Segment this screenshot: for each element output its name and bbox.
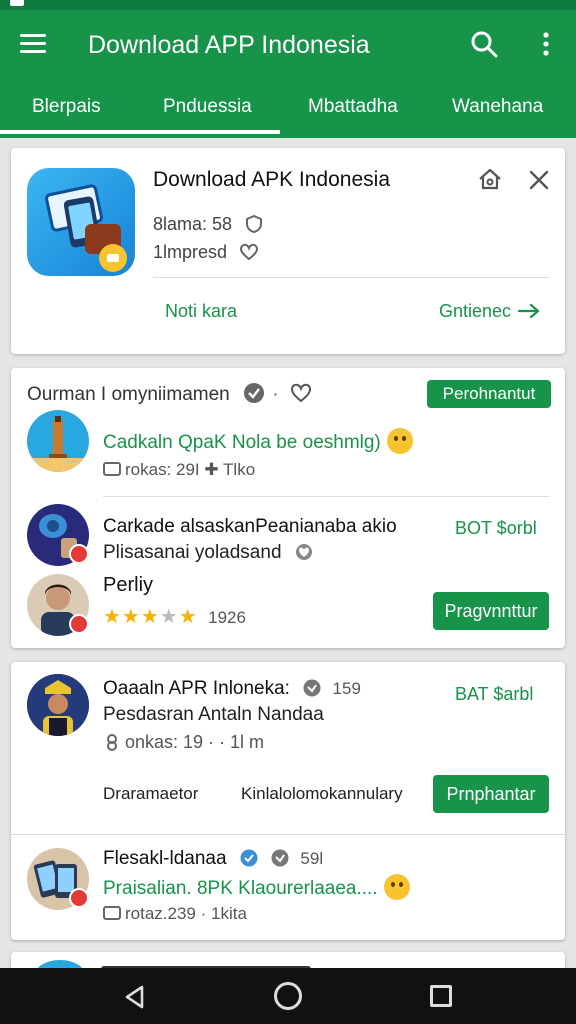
item-meta: onkas: 19 · · 1l m	[103, 732, 264, 753]
recent-apps-icon[interactable]	[430, 985, 452, 1007]
recommendation-card: Ourman I omyniimamen · Perohnantut Cadka…	[11, 368, 565, 648]
heart-icon[interactable]	[290, 382, 312, 404]
item-count: 59l	[300, 849, 324, 868]
item-title-text: Cadkaln QpaK Nola be oeshmlg)	[103, 432, 381, 453]
item-meta-text: rotaz.239 · 1kita	[125, 904, 247, 923]
item-meta-text: onkas: 19 · · 1l m	[125, 732, 265, 752]
home-nav-icon[interactable]	[274, 982, 302, 1010]
verified-shield-icon	[246, 215, 263, 233]
item-title[interactable]: Oaaaln APR Inloneka: 159	[103, 678, 361, 700]
star-rating-icon: ★★★★★	[103, 606, 198, 628]
back-icon[interactable]	[122, 984, 148, 1010]
app-title: Download APP Indonesia	[88, 31, 370, 59]
item-count: 159	[332, 679, 361, 698]
notification-link[interactable]: Noti kara	[165, 301, 237, 322]
item-subtitle-text: Praisalian. 8PK Klaourerlaaea....	[103, 878, 378, 899]
search-icon[interactable]	[470, 30, 498, 58]
app-list-card: Oaaaln APR Inloneka: 159 Pesdasran Antal…	[11, 662, 565, 940]
item-meta-text: rokas: 29I ✚ Tlko	[125, 460, 256, 479]
status-dot-icon	[69, 544, 89, 564]
item-title[interactable]: Perliy	[103, 574, 153, 597]
active-tab-indicator	[140, 130, 280, 134]
featured-app-card[interactable]: Download APK Indonesia 8lama: 58 1lmpres…	[11, 148, 565, 354]
heart-shield-icon	[240, 243, 259, 261]
item-meta: rokas: 29I ✚ Tlko	[103, 460, 255, 480]
rating-count: 1926	[208, 608, 246, 627]
item-avatar	[27, 410, 89, 472]
install-button[interactable]: Pragvnnttur	[433, 592, 549, 630]
app-impressions-text: 1lmpresd	[153, 242, 228, 262]
item-avatar	[27, 674, 89, 736]
section-title-text: Ourman I omyniimamen	[27, 384, 230, 405]
continue-link-label: Gntienec	[439, 301, 512, 321]
item-meta: rotaz.239 · 1kita	[103, 904, 247, 924]
status-dot-icon	[69, 614, 89, 634]
item-subtitle-text: Plisasanai yoladsand	[103, 542, 282, 563]
system-nav-bar	[0, 968, 576, 1024]
notification-icon	[10, 0, 24, 6]
app-bar: Download APP Indonesia	[0, 10, 576, 80]
download-box-icon	[103, 906, 121, 920]
item-title[interactable]: Cadkaln QpaK Nola be oeshmlg)	[103, 428, 413, 454]
item-price: BAT $arbl	[455, 684, 534, 704]
verified-badge-icon	[240, 849, 258, 867]
heart-shield-icon	[295, 544, 312, 560]
download-box-icon	[103, 462, 121, 476]
item-price: BOT $orbl	[455, 518, 537, 538]
item-subtitle: Plisasanai yoladsand	[103, 542, 313, 564]
continue-link[interactable]: Gntienec	[439, 301, 540, 322]
section-title: Ourman I omyniimamen ·	[27, 382, 312, 406]
item-subtitle: Pesdasran Antaln Nandaa	[103, 704, 324, 725]
divider	[153, 277, 549, 278]
tab-2[interactable]: Pnduessia	[163, 96, 252, 118]
tab-4[interactable]: Wanehana	[452, 96, 543, 118]
tab-1[interactable]: Blerpais	[32, 96, 101, 118]
item-subtitle: Praisalian. 8PK Klaourerlaaea....	[103, 874, 410, 900]
item-title-text: Flesakl-ldanaa	[103, 848, 227, 869]
app-name: Download APK Indonesia	[153, 168, 390, 191]
item-title[interactable]: Flesakl-ldanaa 59l	[103, 848, 323, 870]
divider	[11, 834, 565, 835]
category-label: Kinlalolomokannulary	[241, 784, 403, 803]
shield-icon	[271, 849, 289, 867]
smiley-emoji-icon	[386, 428, 413, 454]
status-bar	[0, 0, 576, 10]
item-title-text: Oaaaln APR Inloneka:	[103, 678, 290, 699]
app-meta-impressions: 1lmpresd	[153, 242, 259, 263]
arrow-right-icon	[517, 303, 540, 319]
item-rating: ★★★★★ 1926	[103, 604, 246, 629]
app-icon	[27, 168, 135, 276]
smiley-emoji-icon	[383, 874, 410, 900]
more-options-icon[interactable]	[536, 30, 556, 58]
close-icon[interactable]	[527, 168, 551, 192]
app-meta-size: 8lama: 58	[153, 214, 263, 235]
tab-3[interactable]: Mbattadha	[308, 96, 398, 118]
hamburger-menu-icon[interactable]	[20, 34, 46, 54]
item-title[interactable]: Carkade alsaskanPeanianaba akio	[103, 516, 397, 538]
developer-label: Draramaetor	[103, 784, 199, 803]
app-size-text: 8lama: 58	[153, 214, 233, 234]
tab-underline	[0, 130, 140, 134]
status-dot-icon	[69, 888, 89, 908]
download-count-icon	[107, 734, 117, 751]
shield-icon	[303, 679, 321, 697]
section-action-button[interactable]: Perohnantut	[427, 380, 551, 408]
verified-badge-icon	[244, 383, 265, 403]
home-icon[interactable]	[477, 166, 503, 192]
install-button[interactable]: Prnphantar	[433, 775, 549, 813]
divider	[103, 496, 549, 497]
